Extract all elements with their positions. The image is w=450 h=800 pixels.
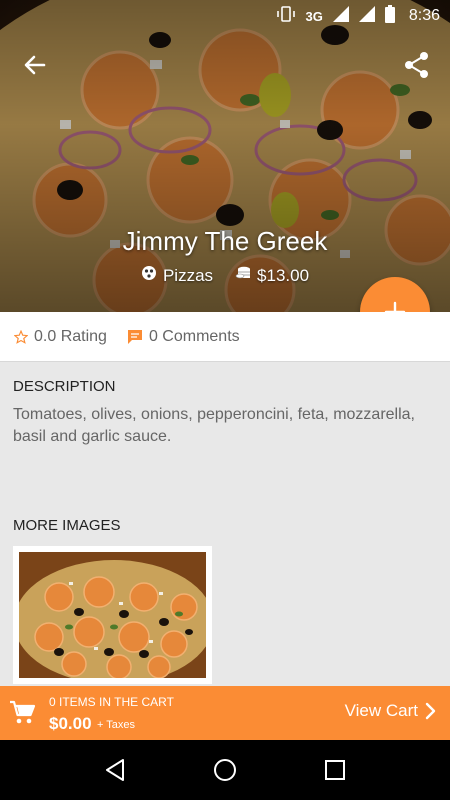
view-cart-label: View Cart — [344, 701, 418, 720]
more-image-thumbnail[interactable] — [13, 546, 212, 684]
item-price: $13.00 — [257, 265, 310, 285]
nav-home-button[interactable] — [213, 758, 237, 782]
status-bar: 3G 8:36 — [0, 0, 450, 32]
network-type: 3G — [305, 8, 323, 24]
cart-taxes: + Taxes — [97, 719, 136, 731]
back-arrow-icon — [24, 55, 46, 75]
star-outline-icon — [14, 329, 28, 344]
nav-recents-icon — [325, 760, 346, 780]
back-button[interactable] — [18, 48, 52, 82]
cart-total: $0.00 — [49, 714, 92, 733]
status-time: 8:36 — [408, 7, 440, 24]
cart-bar[interactable]: 0 ITEMS IN THE CART $0.00 + Taxes View C… — [0, 686, 450, 740]
nav-back-icon — [105, 759, 124, 781]
pizza-thumbnail-photo — [19, 552, 206, 678]
share-button[interactable] — [400, 48, 434, 82]
pizza-icon — [141, 265, 157, 286]
description-text: Tomatoes, olives, onions, pepperoncini, … — [13, 406, 415, 445]
battery-icon — [384, 5, 395, 27]
share-icon — [405, 52, 428, 78]
nav-back-button[interactable] — [104, 758, 126, 782]
more-images-heading: MORE IMAGES — [13, 517, 121, 534]
cart-items-label: 0 ITEMS IN THE CART — [49, 695, 174, 709]
signal-icon — [332, 6, 349, 26]
comment-icon — [127, 329, 142, 344]
rating-stat[interactable]: 0.0 Rating — [14, 328, 107, 346]
description-heading: DESCRIPTION — [13, 378, 116, 395]
nav-home-icon — [213, 759, 236, 781]
vibrate-icon — [276, 6, 296, 26]
rating-label: 0.0 Rating — [34, 327, 107, 345]
system-nav-bar — [0, 740, 450, 800]
signal-icon-2 — [358, 6, 375, 26]
item-title: Jimmy The Greek — [122, 226, 328, 256]
stats-row: 0.0 Rating 0 Comments — [0, 312, 450, 362]
comments-stat[interactable]: 0 Comments — [127, 328, 240, 346]
chevron-right-icon — [425, 702, 436, 720]
view-cart-button[interactable]: View Cart — [345, 701, 438, 721]
nav-recents-button[interactable] — [324, 759, 346, 781]
item-category: Pizzas — [162, 265, 214, 285]
coins-icon — [235, 265, 251, 286]
cart-icon — [10, 700, 36, 724]
comments-label: 0 Comments — [148, 327, 240, 345]
